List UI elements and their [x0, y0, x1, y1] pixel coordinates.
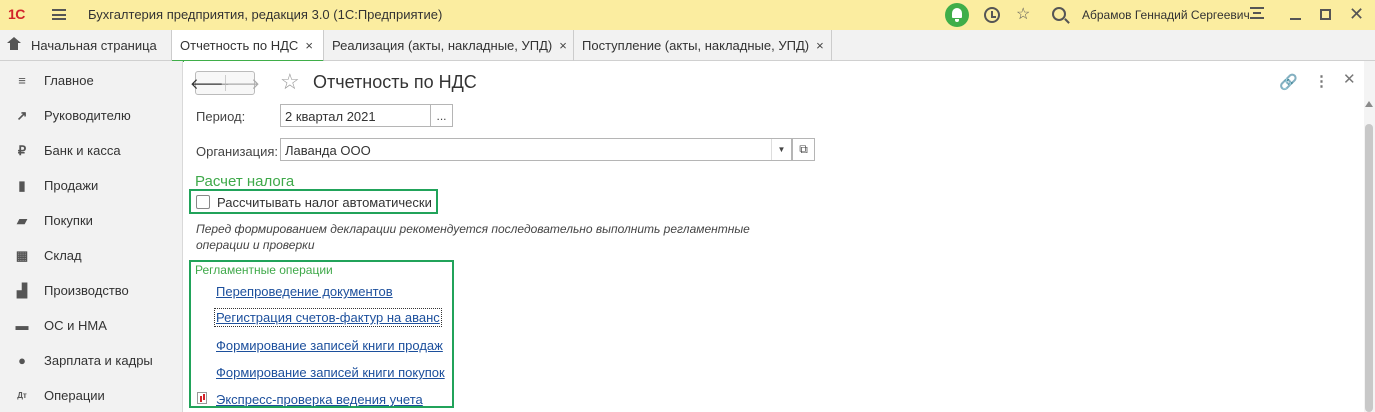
sidebar-item-label: Склад	[44, 248, 82, 263]
favorites-star-icon[interactable]: ☆	[1016, 6, 1030, 24]
menu-lines-icon: ≡	[18, 73, 26, 88]
routine-operations-group-title: Регламентные операции	[195, 263, 333, 277]
period-value: 2 квартал 2021	[285, 109, 376, 124]
tab-close-icon[interactable]: ×	[816, 38, 824, 53]
history-icon[interactable]	[984, 7, 1000, 23]
tab-close-icon[interactable]: ×	[305, 38, 313, 53]
highlight-frame	[189, 260, 454, 408]
scrollbar-thumb[interactable]	[1365, 124, 1373, 412]
op-link-purchase-book[interactable]: Формирование записей книги покупок	[216, 365, 445, 380]
settings-menu-icon[interactable]	[1250, 7, 1264, 21]
warehouse-grid-icon: ▦	[15, 247, 29, 263]
factory-icon: ▟	[17, 282, 27, 298]
add-favorite-star-icon[interactable]: ☆	[280, 70, 300, 94]
sidebar-item-purchases[interactable]: ▰ Покупки	[0, 203, 183, 238]
title-bar: 1С Бухгалтерия предприятия, редакция 3.0…	[0, 0, 1375, 30]
tab-vat-reporting[interactable]: Отчетность по НДС ×	[172, 30, 324, 62]
main-menu-icon[interactable]	[52, 9, 66, 20]
document-form: 🡐 🡒 ☆ Отчетность по НДС 🔗 ⋮ ✕ Период: 2 …	[184, 61, 1375, 412]
auto-calc-checkbox[interactable]	[196, 195, 210, 209]
person-icon: ●	[18, 353, 26, 368]
forward-arrow-icon[interactable]: 🡒	[220, 73, 260, 93]
sidebar-item-bank[interactable]: ₽ Банк и касса	[0, 133, 183, 168]
tab-label: Отчетность по НДС	[180, 37, 299, 53]
sidebar-item-label: Покупки	[44, 213, 93, 228]
organization-value: Лаванда ООО	[285, 143, 371, 158]
tab-purchase-docs[interactable]: Поступление (акты, накладные, УПД) ×	[574, 30, 832, 61]
more-options-icon[interactable]: ⋮	[1314, 72, 1329, 90]
debit-credit-icon: Дт	[17, 391, 27, 400]
sidebar-item-payroll[interactable]: ● Зарплата и кадры	[0, 343, 183, 378]
minimize-icon[interactable]	[1290, 18, 1301, 20]
sidebar-item-warehouse[interactable]: ▦ Склад	[0, 238, 183, 273]
truck-icon: ▬	[15, 318, 29, 333]
sidebar-item-label: ОС и НМА	[44, 318, 107, 333]
op-link-sales-book[interactable]: Формирование записей книги продаж	[216, 338, 443, 353]
app-logo: 1С	[8, 6, 25, 22]
hint-text-line2: операции и проверки	[196, 238, 315, 252]
user-name[interactable]: Абрамов Геннадий Сергеевич	[1082, 8, 1250, 22]
maximize-icon[interactable]	[1320, 9, 1331, 20]
shopping-bag-icon: ▮	[18, 177, 26, 193]
tax-calculation-section-title: Расчет налога	[195, 173, 295, 190]
sidebar-item-label: Производство	[44, 283, 129, 298]
link-icon[interactable]: 🔗	[1279, 73, 1298, 91]
tab-label: Поступление (акты, накладные, УПД)	[582, 38, 810, 53]
sidebar-item-fixed-assets[interactable]: ▬ ОС и НМА	[0, 308, 183, 343]
nav-buttons: 🡐 🡒	[190, 71, 260, 95]
sidebar-item-production[interactable]: ▟ Производство	[0, 273, 183, 308]
sidebar-item-label: Руководителю	[44, 108, 131, 123]
sidebar-item-label: Продажи	[44, 178, 99, 193]
organization-label: Организация:	[196, 144, 279, 159]
sidebar-item-label: Банк и касса	[44, 143, 121, 158]
op-link-express-check[interactable]: Экспресс-проверка ведения учета	[216, 392, 423, 407]
report-icon	[197, 392, 207, 404]
scroll-up-arrow-icon[interactable]	[1365, 101, 1373, 107]
tab-sales-docs[interactable]: Реализация (акты, накладные, УПД) ×	[324, 30, 574, 61]
tab-close-icon[interactable]: ×	[559, 38, 567, 53]
period-label: Период:	[196, 109, 246, 124]
page-title: Отчетность по НДС	[313, 72, 477, 92]
trend-chart-icon: ↗	[16, 107, 28, 123]
home-icon	[7, 37, 21, 51]
tab-label: Начальная страница	[31, 38, 157, 53]
notifications-bell-icon[interactable]	[945, 3, 969, 27]
close-form-icon[interactable]: ✕	[1343, 70, 1356, 88]
organization-open-icon[interactable]: ⧉	[792, 138, 815, 161]
op-link-repost-documents[interactable]: Перепроведение документов	[216, 284, 393, 299]
tab-bar: Начальная страница Отчетность по НДС × Р…	[0, 30, 1375, 62]
shopping-cart-icon: ▰	[17, 212, 27, 228]
period-field[interactable]: 2 квартал 2021	[280, 104, 431, 127]
tab-home[interactable]: Начальная страница	[0, 30, 172, 61]
sidebar-item-operations[interactable]: Дт Операции	[0, 378, 183, 412]
ruble-icon: ₽	[17, 142, 27, 158]
sidebar-item-main[interactable]: ≡ Главное	[0, 63, 183, 98]
sidebar-item-sales[interactable]: ▮ Продажи	[0, 168, 183, 203]
sidebar: ≡ Главное ↗ Руководителю ₽ Банк и касса …	[0, 61, 183, 412]
sidebar-item-label: Операции	[44, 388, 105, 403]
sidebar-item-label: Зарплата и кадры	[44, 353, 153, 368]
auto-calc-label[interactable]: Рассчитывать налог автоматически	[217, 195, 432, 210]
sidebar-item-label: Главное	[44, 73, 94, 88]
organization-dropdown-icon[interactable]: ▼	[771, 139, 791, 160]
sidebar-item-management[interactable]: ↗ Руководителю	[0, 98, 183, 133]
organization-field[interactable]: Лаванда ООО	[280, 138, 792, 161]
search-icon[interactable]	[1052, 7, 1066, 21]
app-title: Бухгалтерия предприятия, редакция 3.0 (1…	[88, 7, 443, 22]
tab-label: Реализация (акты, накладные, УПД)	[332, 38, 553, 53]
close-window-icon[interactable]: ✕	[1349, 5, 1364, 23]
op-link-advance-invoices[interactable]: Регистрация счетов-фактур на аванс	[214, 308, 442, 327]
period-select-button[interactable]: ...	[431, 104, 453, 127]
hint-text-line1: Перед формированием декларации рекоменду…	[196, 222, 750, 236]
